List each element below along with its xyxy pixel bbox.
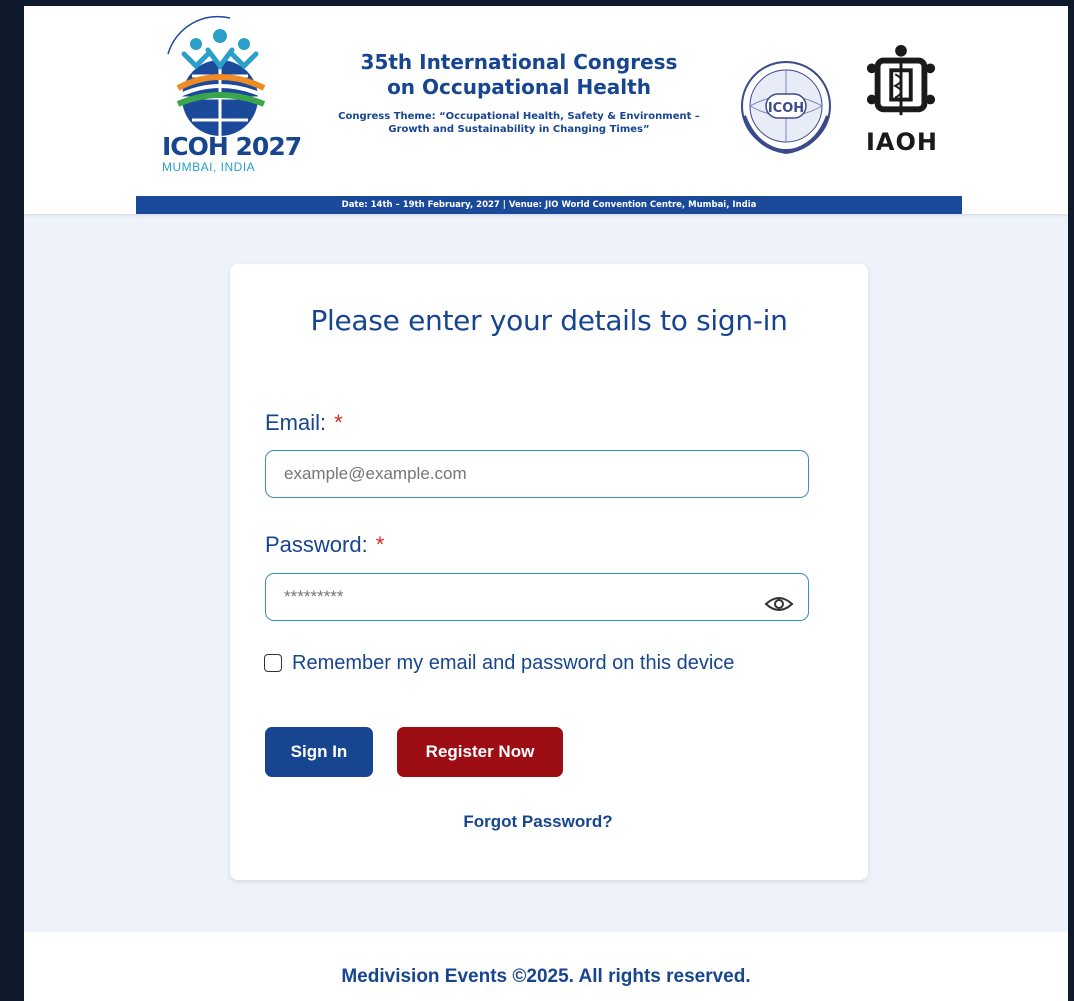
required-asterisk: *: [375, 532, 385, 557]
email-label-text: Email:: [265, 410, 327, 435]
iaoh-label: IAOH: [866, 128, 938, 156]
logo-title: ICOH 2027: [162, 132, 302, 161]
header-banner: ICOH 2027 MUMBAI, INDIA 35th Internation…: [24, 6, 1068, 214]
signin-heading: Please enter your details to sign-in: [310, 304, 788, 337]
date-venue-strip: Date: 14th – 19th February, 2027 | Venue…: [136, 196, 962, 214]
logo-subtitle: MUMBAI, INDIA: [162, 160, 256, 174]
remember-checkbox[interactable]: [264, 654, 282, 672]
remember-label[interactable]: Remember my email and password on this d…: [292, 652, 734, 675]
forgot-password-link[interactable]: Forgot Password?: [230, 812, 846, 832]
footer-copyright: Medivision Events ©2025. All rights rese…: [341, 966, 751, 987]
password-label: Password: *: [265, 532, 384, 558]
iaoh-emblem: [866, 44, 936, 116]
sign-in-button[interactable]: Sign In: [265, 727, 373, 777]
remember-me-row[interactable]: Remember my email and password on this d…: [264, 648, 734, 678]
page-frame: ICOH 2027 MUMBAI, INDIA 35th Internation…: [24, 6, 1068, 1001]
footer: Medivision Events ©2025. All rights rese…: [24, 932, 1068, 1001]
seal-text: ICOH: [768, 101, 804, 116]
eye-icon[interactable]: [764, 594, 794, 614]
congress-theme-line-1: Congress Theme: “Occupational Health, Sa…: [338, 111, 700, 122]
icoh-seal-logo: ICOH: [741, 61, 831, 155]
register-now-button[interactable]: Register Now: [397, 727, 563, 777]
congress-theme-line-2: Growth and Sustainability in Changing Ti…: [388, 124, 650, 135]
password-field[interactable]: [265, 573, 809, 621]
email-field[interactable]: [265, 450, 809, 498]
email-label: Email: *: [265, 410, 343, 436]
required-asterisk: *: [334, 410, 343, 435]
password-label-text: Password:: [265, 532, 368, 557]
signin-card: Please enter your details to sign-in Ema…: [230, 264, 868, 880]
congress-theme: Congress Theme: “Occupational Health, Sa…: [294, 110, 744, 136]
congress-title: 35th International Congress on Occupatio…: [294, 50, 744, 100]
congress-title-line-2: on Occupational Health: [387, 75, 651, 99]
congress-title-line-1: 35th International Congress: [360, 50, 678, 74]
